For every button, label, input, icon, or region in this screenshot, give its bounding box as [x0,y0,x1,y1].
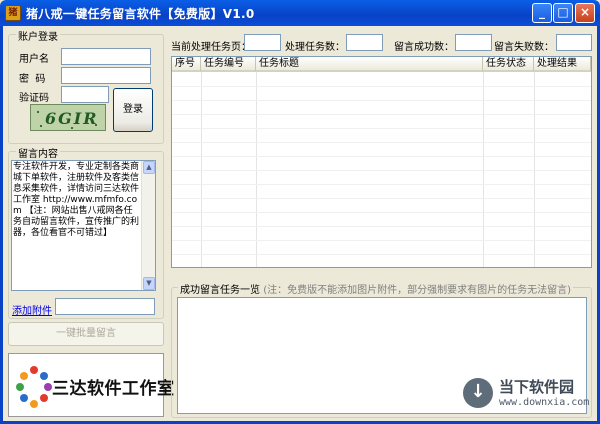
current-page-field[interactable] [244,34,281,51]
row-divider [172,212,591,213]
window-title: 猪八戒一键任务留言软件【免费版】V1.0 [26,7,255,21]
task-list[interactable]: 序号 任务编号 任务标题 任务状态 处理结果 [171,56,592,268]
vertical-scrollbar[interactable]: ▲ ▼ [141,161,155,290]
watermark-title: 当下软件园 [499,378,575,396]
captcha-noise [71,127,73,129]
message-group-title: 留言内容 [16,145,60,160]
tasks-count-field[interactable] [346,34,383,51]
row-divider [172,100,591,101]
attachment-input[interactable] [55,298,155,315]
download-arrow-icon: ↓ [463,378,493,408]
watermark-url: www.downxia.com [499,397,590,408]
tasks-count-label: 处理任务数： [285,42,345,53]
captcha-noise [95,124,97,126]
maximize-button[interactable]: □ [553,3,573,23]
login-button[interactable]: 登录 [113,88,153,132]
success-count-field[interactable] [455,34,492,51]
login-group-title: 账户登录 [16,28,60,43]
row-divider [172,198,591,199]
studio-logo-text: 三达软件工作室 [52,379,175,399]
row-divider [172,114,591,115]
captcha-image[interactable]: 6GIR [30,104,106,131]
success-count-label: 留言成功数： [394,42,454,53]
row-divider [172,86,591,87]
row-divider [172,254,591,255]
captcha-noise [37,111,39,113]
password-label: 密 码 [19,74,46,85]
scroll-down-icon[interactable]: ▼ [143,277,155,290]
column-header-task-status[interactable]: 任务状态 [483,57,534,72]
column-header-task-title[interactable]: 任务标题 [256,57,483,72]
password-input[interactable] [61,67,151,84]
studio-logo: 三达软件工作室 [8,353,174,417]
scroll-up-icon[interactable]: ▲ [143,161,155,174]
column-header-result[interactable]: 处理结果 [534,57,591,72]
current-page-label: 当前处理任务页： [171,42,251,53]
site-watermark: ↓ 当下软件园 www.downxia.com [463,376,593,416]
studio-logo-icon [16,366,52,408]
batch-message-button[interactable]: 一键批量留言 [8,322,164,346]
username-input[interactable] [61,48,151,65]
row-divider [172,240,591,241]
row-divider [172,142,591,143]
success-note: (注：免费版不能添加图片附件，部分强制要求有图片的任务无法留言) [263,285,571,296]
captcha-input[interactable] [61,86,109,103]
message-content: 专注软件开发，专业定制各类商城下单软件，注册软件及客类信息采集软件，详情访问三达… [13,162,140,238]
captcha-noise [40,125,42,127]
row-divider [172,226,591,227]
close-button[interactable]: × [575,3,595,23]
add-attachment-link[interactable]: 添加附件 [12,302,52,317]
row-divider [172,156,591,157]
success-task-group-title: 成功留言任务一览 (注：免费版不能添加图片附件，部分强制要求有图片的任务无法留言… [178,281,573,296]
title-bar[interactable]: 猪 猪八戒一键任务留言软件【免费版】V1.0 _ □ × [0,0,600,26]
username-label: 用户名 [19,54,49,65]
column-header-index[interactable]: 序号 [172,57,201,72]
row-divider [172,184,591,185]
captcha-label: 验证码 [19,93,49,104]
fail-count-label: 留言失败数： [494,42,554,53]
success-title-text: 成功留言任务一览 [180,285,260,296]
message-textarea[interactable]: 专注软件开发，专业定制各类商城下单软件，注册软件及客类信息采集软件，详情访问三达… [11,160,156,291]
app-icon: 猪 [5,5,21,21]
row-divider [172,170,591,171]
fail-count-field[interactable] [556,34,592,51]
row-divider [172,128,591,129]
column-header-task-id[interactable]: 任务编号 [201,57,256,72]
minimize-button[interactable]: _ [532,3,552,23]
captcha-image-text: 6GIR [45,109,99,128]
